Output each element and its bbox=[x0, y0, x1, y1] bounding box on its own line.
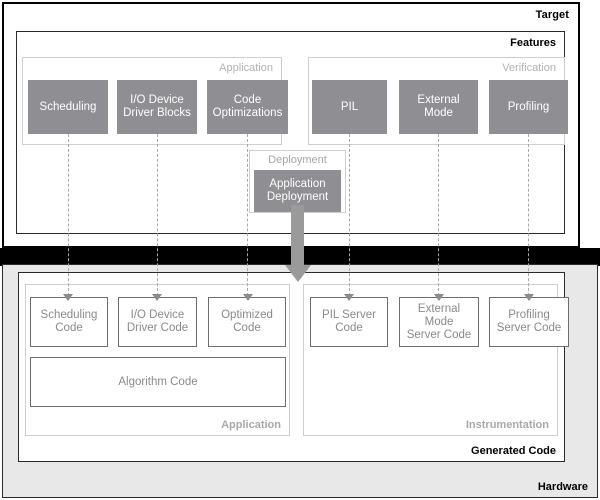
connector-profiling-arrow-icon bbox=[523, 294, 534, 301]
hardware-label: Hardware bbox=[537, 481, 588, 493]
feature-block-profiling[interactable]: Profiling bbox=[489, 80, 568, 134]
features-verification-label: Verification bbox=[502, 62, 556, 74]
code-block-profiling-server-code[interactable]: Profiling Server Code bbox=[489, 297, 569, 347]
feature-block-code-optimizations[interactable]: Code Optimizations bbox=[207, 80, 288, 134]
connector-external-mode bbox=[438, 134, 439, 296]
connector-scheduling-arrow-icon bbox=[63, 294, 73, 301]
connector-code-optimizations-arrow-icon bbox=[242, 294, 253, 301]
code-block-pil-server-code[interactable]: PIL Server Code bbox=[310, 297, 388, 347]
connector-pil-arrow-icon bbox=[344, 294, 354, 301]
feature-block-scheduling[interactable]: Scheduling bbox=[28, 80, 108, 134]
feature-block-io-device-driver-blocks[interactable]: I/O Device Driver Blocks bbox=[117, 80, 197, 134]
code-block-scheduling-code[interactable]: Scheduling Code bbox=[30, 297, 108, 347]
code-block-io-device-driver-code[interactable]: I/O Device Driver Code bbox=[118, 297, 197, 347]
connector-external-mode-arrow-icon bbox=[433, 294, 444, 301]
generated-application-label: Application bbox=[221, 419, 281, 431]
connector-pil bbox=[348, 134, 350, 296]
code-block-optimized-code[interactable]: Optimized Code bbox=[208, 297, 286, 347]
feature-block-external-mode[interactable]: External Mode bbox=[399, 80, 478, 134]
diagram-root: Target Features Application Verification… bbox=[0, 0, 600, 500]
connector-io-device-arrow-icon bbox=[152, 294, 162, 301]
target-label: Target bbox=[535, 9, 569, 21]
feature-block-pil[interactable]: PIL bbox=[312, 80, 387, 134]
features-label: Features bbox=[510, 37, 556, 49]
connector-scheduling bbox=[67, 134, 69, 296]
deployment-arrow-head-icon bbox=[284, 265, 311, 282]
deployment-arrow-shaft bbox=[291, 205, 304, 267]
deployment-label: Deployment bbox=[268, 154, 327, 166]
connector-profiling bbox=[528, 134, 529, 296]
generated-code-label: Generated Code bbox=[471, 445, 556, 457]
generated-instrumentation-label: Instrumentation bbox=[465, 419, 549, 431]
code-block-external-mode-server-code[interactable]: External Mode Server Code bbox=[399, 297, 479, 347]
connector-code-optimizations bbox=[247, 134, 248, 296]
connector-io-device bbox=[156, 134, 158, 296]
features-application-label: Application bbox=[219, 62, 273, 74]
code-block-algorithm-code[interactable]: Algorithm Code bbox=[30, 357, 286, 407]
